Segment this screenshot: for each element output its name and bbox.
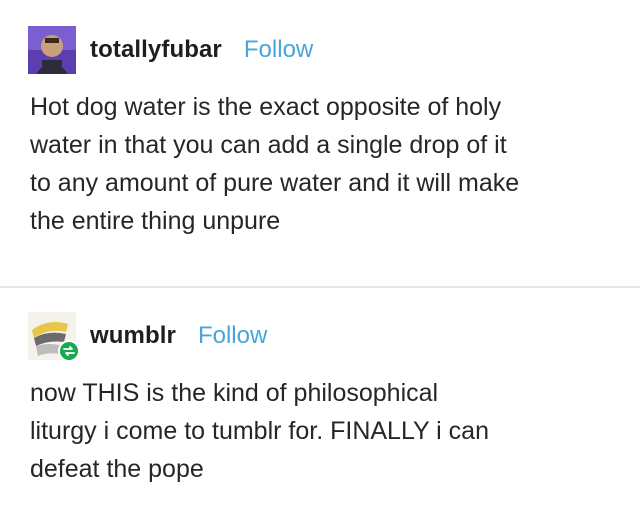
reblog-icon [58,340,80,362]
divider [0,286,640,288]
username[interactable]: wumblr [90,322,176,350]
user-avatar-icon[interactable] [28,26,76,74]
post-body-text: Hot dog water is the exact opposite of h… [30,93,520,235]
follow-button[interactable]: Follow [244,36,313,64]
user-avatar-icon[interactable] [28,312,80,362]
post-body-text: now THIS is the kind of philosophical li… [30,379,489,483]
post-header: totallyfubar Follow [28,26,313,74]
post-header: wumblr Follow [28,312,267,362]
username[interactable]: totallyfubar [90,36,222,64]
follow-button[interactable]: Follow [198,322,267,350]
